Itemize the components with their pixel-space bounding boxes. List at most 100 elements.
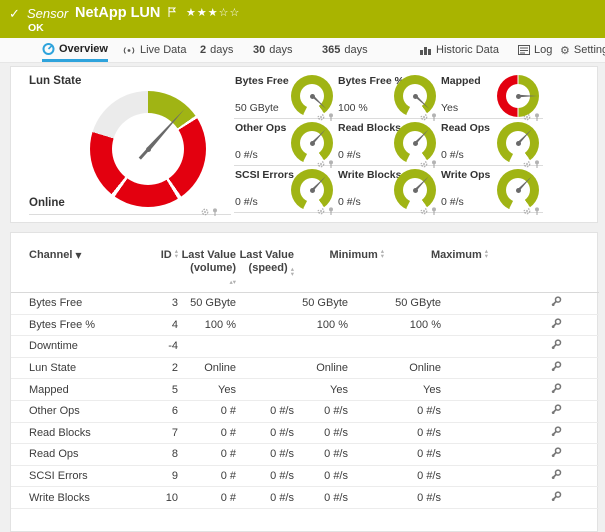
gauge-label: Read Ops bbox=[441, 122, 490, 134]
tab-bar: Overview Live Data 2days 30days 365days Histo… bbox=[0, 38, 605, 63]
cell-minimum: 50 GByte bbox=[294, 297, 384, 309]
cell-maximum: 100 % bbox=[384, 319, 488, 331]
gauge-value: 0 #/s bbox=[235, 149, 258, 161]
cell-channel[interactable]: Mapped bbox=[29, 384, 141, 396]
cell-channel[interactable]: Lun State bbox=[29, 362, 141, 374]
gauge-label: Bytes Free bbox=[235, 75, 289, 87]
wrench-icon[interactable] bbox=[551, 298, 562, 310]
wrench-icon[interactable] bbox=[551, 493, 562, 505]
page-title: NetApp LUN bbox=[75, 5, 160, 21]
tab-settings[interactable]: ⚙Settings bbox=[560, 38, 605, 62]
cell-id: 5 bbox=[141, 384, 178, 396]
gauge-cell-bytes-free: Bytes Free %100 % bbox=[337, 72, 440, 119]
cell-last-value-volume: Online bbox=[178, 362, 236, 374]
cell-id: 2 bbox=[141, 362, 178, 374]
cell-maximum: 0 #/s bbox=[384, 427, 488, 439]
column-header-id[interactable]: ID▴▾ bbox=[141, 249, 178, 292]
log-icon bbox=[518, 45, 530, 55]
column-header-last-value-volume[interactable]: Last Value(volume)▴▾ bbox=[178, 249, 236, 292]
historic-data-icon bbox=[420, 45, 432, 55]
tab-historic-data[interactable]: Historic Data bbox=[420, 38, 499, 62]
cell-minimum: 0 #/s bbox=[294, 427, 384, 439]
gauge-write-ops bbox=[497, 169, 539, 211]
gauge-value: 0 #/s bbox=[441, 149, 464, 161]
flag-icon[interactable] bbox=[168, 4, 177, 22]
gear-icon[interactable] bbox=[201, 203, 209, 211]
wrench-icon[interactable] bbox=[551, 341, 562, 353]
gauge-cell-write-ops: Write Ops0 #/s bbox=[440, 166, 543, 213]
cell-id: 6 bbox=[141, 405, 178, 417]
gauge-label: Other Ops bbox=[235, 122, 286, 134]
cell-last-value-speed: 0 #/s bbox=[236, 492, 294, 504]
channel-table-panel: Channel▼ ID▴▾ Last Value(volume)▴▾ Last … bbox=[10, 232, 598, 532]
gauge-other-ops bbox=[291, 122, 333, 164]
gauge-write-blocks bbox=[394, 169, 436, 211]
column-header-last-value-speed[interactable]: Last Value(speed) ▴▾ bbox=[236, 249, 294, 292]
table-row: Other Ops60 #0 #/s0 #/s0 #/s bbox=[11, 401, 599, 423]
cell-last-value-speed: 0 #/s bbox=[236, 427, 294, 439]
tab-overview[interactable]: Overview bbox=[42, 38, 108, 62]
sort-desc-icon: ▼ bbox=[75, 249, 81, 262]
gauge-value: Yes bbox=[441, 102, 458, 114]
pin-icon[interactable] bbox=[211, 203, 219, 211]
cell-last-value-speed: 0 #/s bbox=[236, 405, 294, 417]
cell-minimum: 100 % bbox=[294, 319, 384, 331]
table-row: Bytes Free %4100 %100 %100 % bbox=[11, 315, 599, 337]
gauge-value: 0 #/s bbox=[338, 149, 361, 161]
cell-id: 9 bbox=[141, 470, 178, 482]
cell-last-value-volume: 0 # bbox=[178, 427, 236, 439]
cell-minimum: Yes bbox=[294, 384, 384, 396]
cell-maximum: 0 #/s bbox=[384, 405, 488, 417]
priority-stars[interactable]: ★★★☆☆ bbox=[186, 6, 240, 19]
tab-live-data[interactable]: Live Data bbox=[122, 38, 186, 62]
gauge-value: 100 % bbox=[338, 102, 368, 114]
wrench-icon[interactable] bbox=[551, 385, 562, 397]
gauge-cell-scsi-errors: SCSI Errors0 #/s bbox=[234, 166, 337, 213]
cell-channel[interactable]: Bytes Free bbox=[29, 297, 141, 309]
cell-maximum: Yes bbox=[384, 384, 488, 396]
gauge-cell-read-blocks: Read Blocks 0 #/s bbox=[337, 119, 440, 166]
cell-id: 10 bbox=[141, 492, 178, 504]
cell-channel[interactable]: Other Ops bbox=[29, 405, 141, 417]
column-header-minimum[interactable]: Minimum▴▾ bbox=[294, 249, 384, 292]
table-header-row: Channel▼ ID▴▾ Last Value(volume)▴▾ Last … bbox=[11, 233, 599, 293]
gauge-label: Mapped bbox=[441, 75, 481, 87]
cell-channel[interactable]: Read Blocks bbox=[29, 427, 141, 439]
cell-last-value-volume: 100 % bbox=[178, 319, 236, 331]
gauge-cell-bytes-free: Bytes Free50 GByte bbox=[234, 72, 337, 119]
cell-maximum: 0 #/s bbox=[384, 470, 488, 482]
table-row: Bytes Free350 GByte50 GByte50 GByte bbox=[11, 293, 599, 315]
wrench-icon[interactable] bbox=[551, 471, 562, 483]
cell-last-value-volume: 0 # bbox=[178, 448, 236, 460]
gauge-value: 0 #/s bbox=[235, 196, 258, 208]
cell-channel[interactable]: SCSI Errors bbox=[29, 470, 141, 482]
wrench-icon[interactable] bbox=[551, 428, 562, 440]
gauge-cell-mapped: Mapped Yes bbox=[440, 72, 543, 119]
table-row: Read Ops80 #0 #/s0 #/s0 #/s bbox=[11, 444, 599, 466]
column-header-channel[interactable]: Channel▼ bbox=[29, 249, 141, 292]
wrench-icon[interactable] bbox=[551, 320, 562, 332]
cell-channel[interactable]: Downtime bbox=[29, 340, 141, 352]
gauge-value: 0 #/s bbox=[441, 196, 464, 208]
cell-last-value-volume: 50 GByte bbox=[178, 297, 236, 309]
gauge-label: Read Blocks bbox=[338, 122, 401, 134]
cell-channel[interactable]: Read Ops bbox=[29, 448, 141, 460]
table-row: Downtime-4 bbox=[11, 336, 599, 358]
column-header-maximum[interactable]: Maximum▴▾ bbox=[384, 249, 488, 292]
cell-channel[interactable]: Bytes Free % bbox=[29, 319, 141, 331]
settings-icon: ⚙ bbox=[560, 44, 570, 57]
wrench-icon[interactable] bbox=[551, 449, 562, 461]
tab-2-days[interactable]: 2days bbox=[200, 38, 233, 62]
tab-30-days[interactable]: 30days bbox=[253, 38, 293, 62]
cell-minimum: 0 #/s bbox=[294, 470, 384, 482]
table-row: Write Blocks100 #0 #/s0 #/s0 #/s bbox=[11, 487, 599, 509]
live-data-icon bbox=[122, 45, 136, 56]
main-gauge-label: Lun State bbox=[29, 75, 81, 87]
cell-minimum: 0 #/s bbox=[294, 448, 384, 460]
tab-log[interactable]: Log bbox=[518, 38, 552, 62]
cell-channel[interactable]: Write Blocks bbox=[29, 492, 141, 504]
wrench-icon[interactable] bbox=[551, 406, 562, 418]
tab-365-days[interactable]: 365days bbox=[322, 38, 368, 62]
wrench-icon[interactable] bbox=[551, 363, 562, 375]
cell-last-value-speed: 0 #/s bbox=[236, 470, 294, 482]
